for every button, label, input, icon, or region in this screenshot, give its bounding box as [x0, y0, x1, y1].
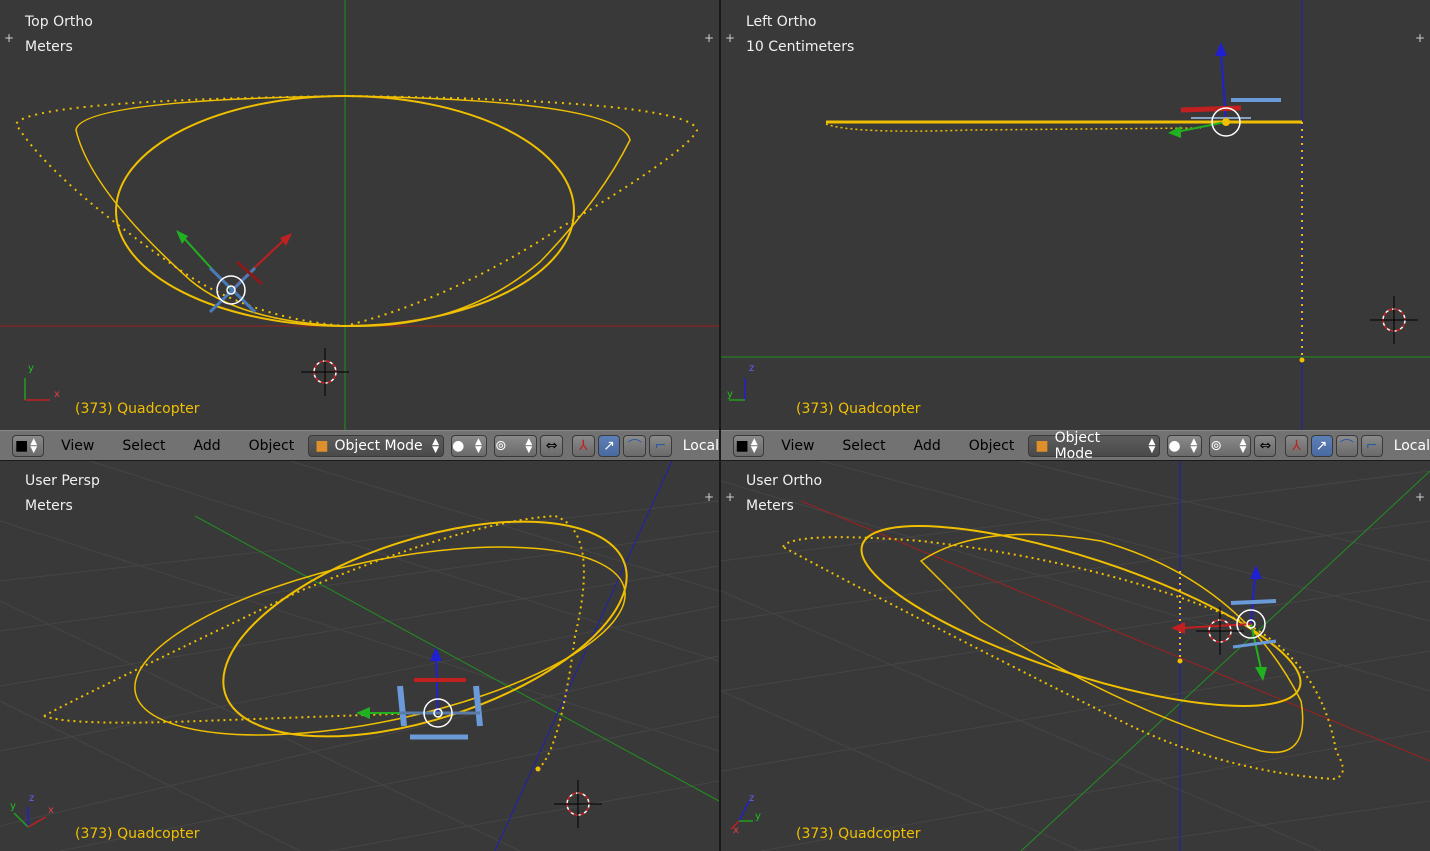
rotate-icon: ⌒ [627, 438, 642, 455]
pivot-icon: ⊚ [1210, 437, 1222, 454]
scale-icon: ⌐ [1365, 437, 1378, 454]
snap-icon: ⇔ [545, 437, 558, 454]
rotate-icon: ⌒ [1339, 438, 1354, 455]
mode-dropdown[interactable]: ■ Object Mode ▲ ▼ [308, 434, 445, 457]
active-object-label: (373) Quadcopter [796, 401, 921, 417]
viewport-top-ortho[interactable]: Top Ortho Meters (373) Quadcopter y x + … [0, 0, 719, 430]
mode-dropdown[interactable]: ■ Object Mode ▲ ▼ [1028, 430, 1161, 462]
toolshelf-toggle[interactable]: + [3, 32, 15, 44]
orientation-label[interactable]: Local [1394, 438, 1430, 454]
pivot-dropdown[interactable]: ⊚ ▲ ▼ [493, 434, 538, 457]
cube-icon: ■ [14, 437, 29, 454]
axis-label-z: z [29, 793, 35, 804]
menu-object[interactable]: Object [249, 438, 295, 454]
scale-button[interactable]: ⌐ [649, 434, 672, 457]
cursor-3d-icon [301, 348, 349, 396]
view-scale: Meters [746, 498, 794, 514]
rotate-button[interactable]: ⌒ [623, 434, 647, 457]
menu-select[interactable]: Select [122, 438, 165, 454]
user-persp-scene [0, 461, 719, 851]
axis-label-z: z [749, 363, 755, 374]
viewport-header-top: ■ ▲ ▼ View Select Add Object ■ Object Mode ▲… [0, 430, 719, 460]
viewport-left-ortho[interactable]: Left Ortho 10 Centimeters (373) Quadcopt… [721, 0, 1430, 430]
menu-object[interactable]: Object [969, 438, 1015, 454]
axis-label-x: x [733, 825, 739, 836]
cube-icon: ■ [1035, 437, 1049, 454]
manipulator-toggle[interactable]: ⅄ [571, 434, 595, 457]
viewport-user-ortho[interactable]: User Ortho Meters (373) Quadcopter z y x… [721, 461, 1430, 851]
editor-type-button[interactable]: ■ ▲ ▼ [12, 434, 45, 457]
manipulator-icon: ⅄ [1292, 437, 1301, 454]
sphere-shading-icon: ● [1168, 437, 1181, 454]
menu-view[interactable]: View [61, 438, 94, 454]
view-title: User Ortho [746, 473, 823, 489]
cursor-3d-icon [554, 780, 602, 828]
viewport-user-persp[interactable]: User Persp Meters (373) Quadcopter z y x… [0, 461, 719, 851]
manipulator-icon: ⅄ [579, 437, 588, 454]
toolshelf-toggle[interactable]: + [724, 491, 736, 503]
sphere-shading-icon: ● [452, 437, 465, 454]
view-scale: 10 Centimeters [746, 39, 855, 55]
view-scale: Meters [25, 498, 73, 514]
scale-icon: ⌐ [654, 437, 667, 454]
axis-label-z: z [749, 793, 755, 804]
translate-icon: ↗ [1315, 437, 1328, 454]
pivot-dropdown[interactable]: ⊚ ▲ ▼ [1209, 434, 1252, 457]
properties-toggle[interactable]: + [703, 32, 715, 44]
active-object-label: (373) Quadcopter [75, 401, 200, 417]
properties-toggle[interactable]: + [1414, 32, 1426, 44]
shading-dropdown[interactable]: ● ▲ ▼ [1167, 434, 1203, 457]
editor-type-button[interactable]: ■ ▲ ▼ [733, 434, 765, 457]
axis-label-y: y [727, 389, 733, 400]
view-title: Left Ortho [746, 14, 817, 30]
active-object-label: (373) Quadcopter [796, 826, 921, 842]
top-ortho-scene [0, 0, 719, 430]
translate-button[interactable]: ↗ [1310, 434, 1333, 457]
scale-button[interactable]: ⌐ [1360, 434, 1383, 457]
snap-button[interactable]: ⇔ [540, 434, 563, 457]
view-title: User Persp [25, 473, 100, 489]
menu-view[interactable]: View [781, 438, 814, 454]
active-object-label: (373) Quadcopter [75, 826, 200, 842]
axis-label-y: y [755, 811, 761, 822]
manipulator-toggle[interactable]: ⅄ [1285, 434, 1308, 457]
user-ortho-scene [721, 461, 1430, 851]
translate-button[interactable]: ↗ [597, 434, 621, 457]
viewport-header-left: ■ ▲ ▼ View Select Add Object ■ Object Mode ▲… [721, 430, 1430, 462]
axis-label-y: y [28, 363, 34, 374]
translate-icon: ↗ [603, 437, 615, 454]
menu-add[interactable]: Add [914, 438, 941, 454]
cube-icon: ■ [735, 437, 749, 454]
axis-label-x: x [48, 805, 54, 816]
properties-toggle[interactable]: + [703, 491, 715, 503]
orientation-label[interactable]: Local [683, 438, 719, 454]
menu-select[interactable]: Select [842, 438, 885, 454]
toolshelf-toggle[interactable]: + [724, 32, 736, 44]
cube-icon: ■ [315, 437, 329, 454]
cursor-3d-icon [1370, 296, 1418, 344]
left-ortho-scene [721, 0, 1430, 430]
menu-add[interactable]: Add [194, 438, 221, 454]
axis-label-y: y [10, 801, 16, 812]
pivot-icon: ⊚ [494, 437, 507, 454]
shading-dropdown[interactable]: ● ▲ ▼ [451, 434, 487, 457]
properties-toggle[interactable]: + [1414, 491, 1426, 503]
view-scale: Meters [25, 39, 73, 55]
axis-label-x: x [54, 389, 60, 400]
snap-button[interactable]: ⇔ [1254, 434, 1277, 457]
snap-icon: ⇔ [1259, 437, 1272, 454]
rotate-button[interactable]: ⌒ [1335, 434, 1358, 457]
view-title: Top Ortho [25, 14, 93, 30]
